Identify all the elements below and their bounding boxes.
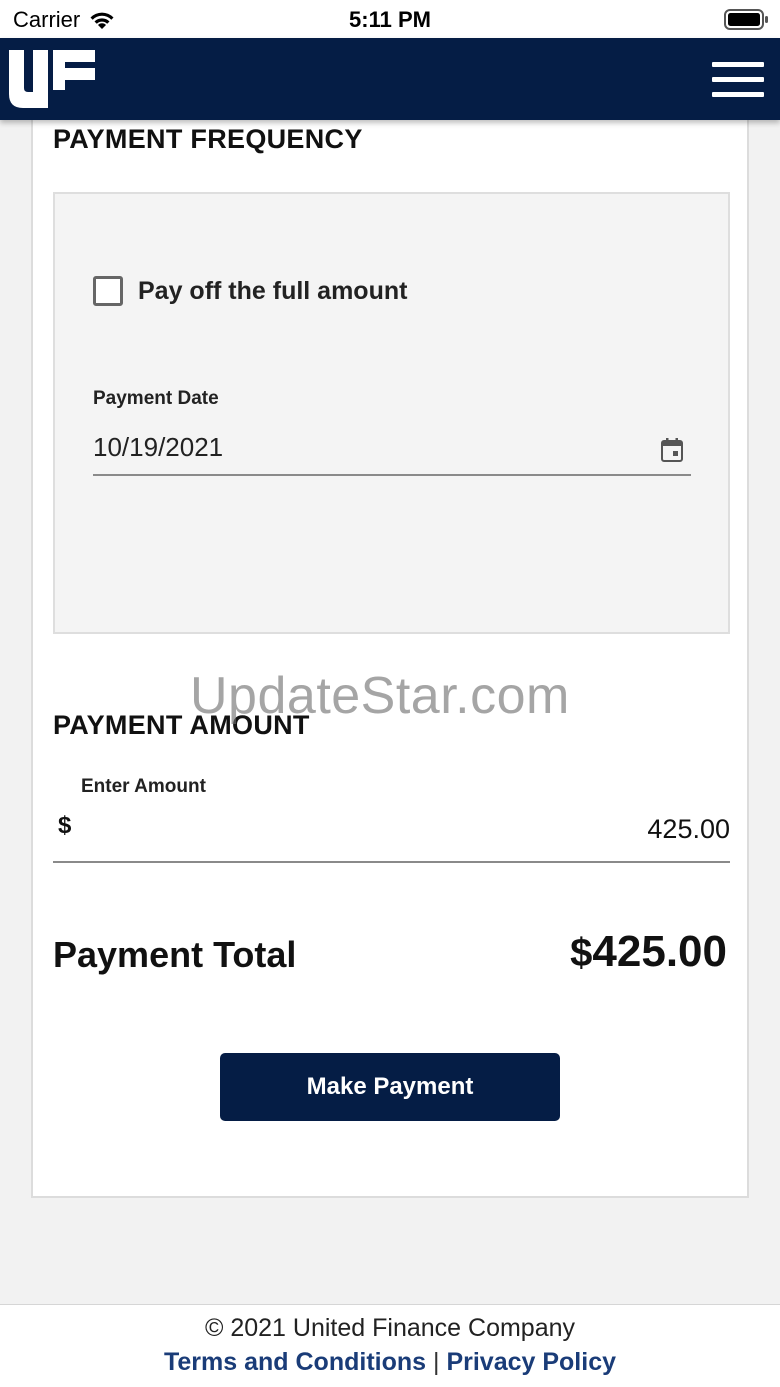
pay-full-amount-checkbox-row[interactable]: Pay off the full amount bbox=[93, 276, 407, 306]
amount-currency-sign: $ bbox=[58, 812, 72, 839]
payment-total-value: $425.00 bbox=[570, 927, 727, 977]
copyright-text: © 2021 United Finance Company bbox=[204, 1314, 576, 1342]
app-header bbox=[0, 38, 780, 120]
footer-separator: | bbox=[433, 1348, 440, 1376]
make-payment-button[interactable]: Make Payment bbox=[220, 1053, 560, 1121]
total-currency-sign: $ bbox=[570, 931, 593, 975]
company-logo[interactable] bbox=[9, 50, 95, 108]
footer-links: Terms and Conditions | Privacy Policy bbox=[0, 1348, 780, 1377]
payment-total-label: Payment Total bbox=[53, 934, 297, 975]
payment-frequency-title: PAYMENT FREQUENCY bbox=[53, 124, 363, 154]
payment-date-value: 10/19/2021 bbox=[93, 432, 224, 462]
battery-icon bbox=[724, 9, 768, 30]
checkbox-icon[interactable] bbox=[93, 276, 123, 306]
payment-date-label: Payment Date bbox=[93, 388, 219, 409]
total-amount: 425.00 bbox=[592, 927, 727, 976]
payment-card: PAYMENT FREQUENCY Pay off the full amoun… bbox=[31, 110, 749, 1198]
calendar-icon[interactable] bbox=[661, 438, 683, 462]
status-time: 5:11 PM bbox=[349, 7, 431, 32]
status-bar: Carrier 5:11 PM bbox=[0, 0, 780, 38]
footer: © 2021 United Finance Company Terms and … bbox=[0, 1304, 780, 1387]
amount-value[interactable]: 425.00 bbox=[647, 814, 730, 845]
watermark: UpdateStar.com bbox=[190, 667, 570, 725]
payment-date-field[interactable]: 10/19/2021 bbox=[93, 426, 691, 476]
amount-input[interactable]: $ 425.00 bbox=[53, 787, 730, 863]
payment-frequency-panel: Pay off the full amount Payment Date 10/… bbox=[53, 192, 730, 634]
privacy-link[interactable]: Privacy Policy bbox=[446, 1348, 616, 1376]
pay-full-amount-label: Pay off the full amount bbox=[138, 276, 408, 305]
menu-icon[interactable] bbox=[712, 62, 764, 98]
terms-link[interactable]: Terms and Conditions bbox=[164, 1348, 426, 1376]
